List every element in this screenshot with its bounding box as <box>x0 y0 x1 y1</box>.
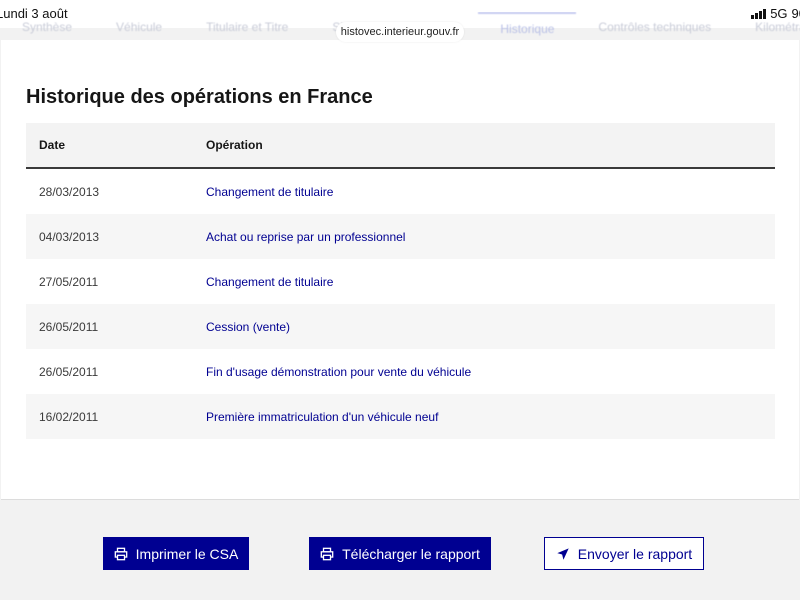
row-date: 26/05/2011 <box>39 364 99 379</box>
row-operation-link[interactable]: Changement de titulaire <box>206 185 333 199</box>
row-date: 16/02/2011 <box>39 409 99 424</box>
row-date: 04/03/2013 <box>39 229 100 244</box>
table-row: 16/02/2011 Première immatriculation d'un… <box>26 394 775 439</box>
operations-table: Date Opération 28/03/2013 Changement de … <box>26 123 775 439</box>
printer-icon <box>114 547 127 560</box>
download-report-button[interactable]: Télécharger le rapport <box>309 537 491 570</box>
send-arrow-icon <box>557 547 569 560</box>
send-report-label: Envoyer le rapport <box>577 545 693 562</box>
print-csa-button[interactable]: Imprimer le CSA <box>103 537 249 570</box>
column-header-operation: Opération <box>206 138 263 152</box>
row-date: 28/03/2013 <box>39 184 100 199</box>
row-date: 26/05/2011 <box>39 319 99 334</box>
row-operation-link[interactable]: Cession (vente) <box>206 320 290 334</box>
print-csa-label: Imprimer le CSA <box>135 545 239 562</box>
table-row: 28/03/2013 Changement de titulaire <box>26 169 775 214</box>
row-operation-link[interactable]: Fin d'usage démonstration pour vente du … <box>206 365 471 379</box>
table-row: 27/05/2011 Changement de titulaire <box>26 259 775 304</box>
table-header: Date Opération <box>26 123 775 169</box>
table-row: 04/03/2013 Achat ou reprise par un profe… <box>26 214 775 259</box>
row-operation-link[interactable]: Première immatriculation d'un véhicule n… <box>206 410 438 424</box>
send-report-button[interactable]: Envoyer le rapport <box>544 537 704 570</box>
row-date: 27/05/2011 <box>39 274 99 289</box>
url-bar[interactable]: histovec.interieur.gouv.fr <box>336 22 464 42</box>
page-title: Historique des opérations en France <box>26 86 373 108</box>
download-report-label: Télécharger le rapport <box>342 545 480 562</box>
history-card: Historique des opérations en France Date… <box>1 40 799 500</box>
column-header-date: Date <box>39 138 66 152</box>
row-operation-link[interactable]: Changement de titulaire <box>206 275 333 289</box>
table-row: 26/05/2011 Cession (vente) <box>26 304 775 349</box>
table-row: 26/05/2011 Fin d'usage démonstration pou… <box>26 349 775 394</box>
printer-icon <box>320 547 334 560</box>
row-operation-link[interactable]: Achat ou reprise par un professionnel <box>206 230 405 244</box>
